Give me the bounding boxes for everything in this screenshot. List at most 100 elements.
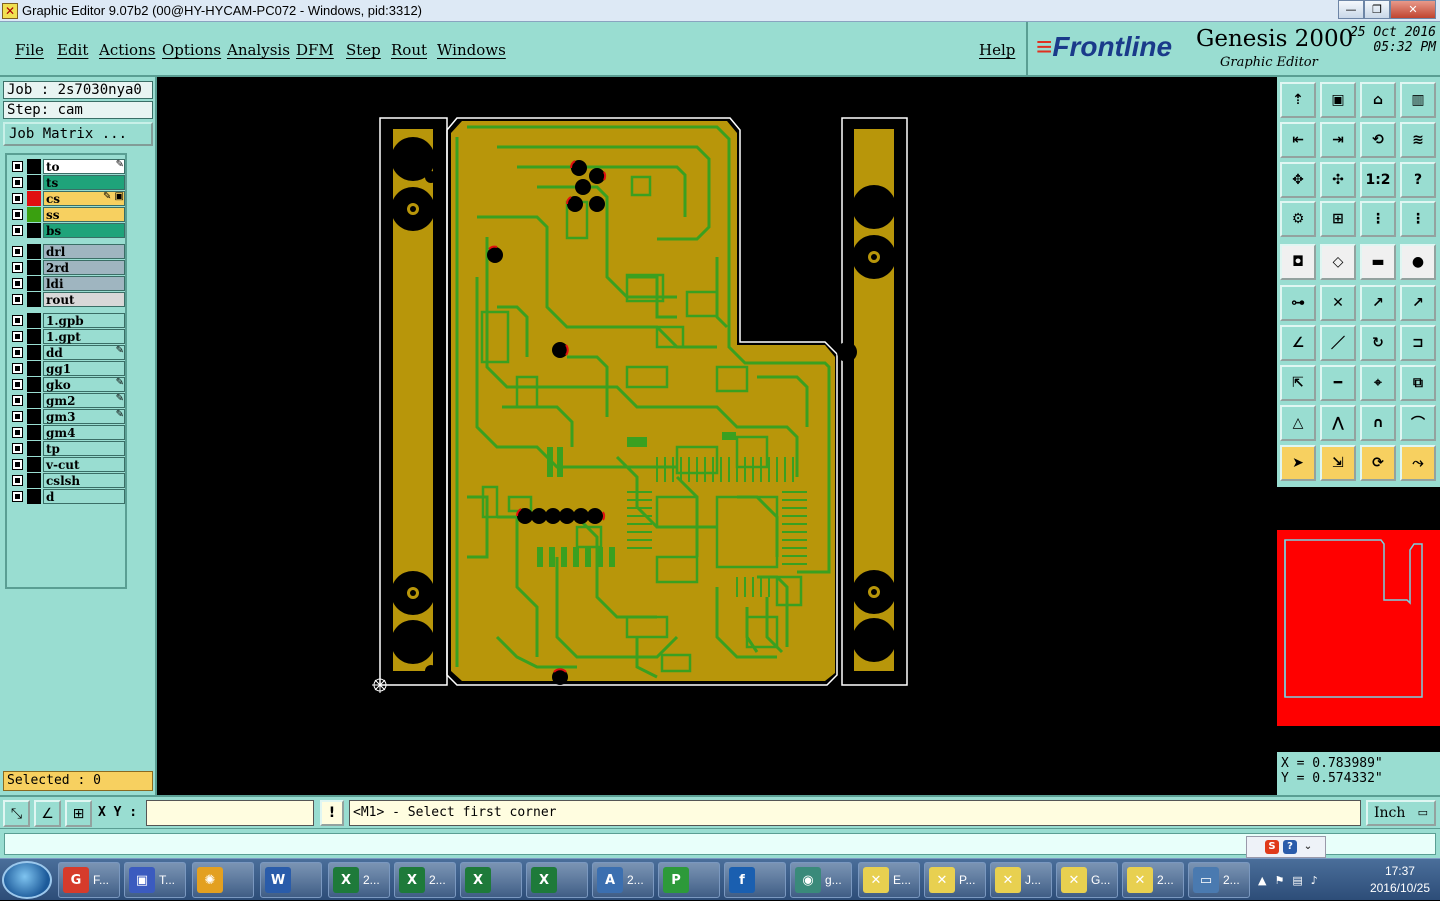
layer-row-rout[interactable]: rout <box>9 292 127 307</box>
layer-name[interactable]: gko <box>43 377 125 392</box>
tool-button-line[interactable]: ━ <box>1320 365 1356 401</box>
tool-button-select-round[interactable]: ⟳ <box>1360 445 1396 481</box>
layer-row-dd[interactable]: dd ✎ <box>9 345 127 360</box>
taskbar-item[interactable]: ▭ 2... <box>1188 862 1250 898</box>
taskbar-item[interactable]: ✺ <box>192 862 254 898</box>
taskbar-item[interactable]: A 2... <box>592 862 654 898</box>
layer-color-swatch[interactable] <box>27 489 41 504</box>
taskbar-item[interactable]: X 2... <box>394 862 456 898</box>
layer-color-swatch[interactable] <box>27 159 41 174</box>
tool-button-pan[interactable]: ⇤ <box>1280 122 1316 158</box>
layer-checkbox[interactable] <box>12 278 23 289</box>
layer-checkbox[interactable] <box>12 379 23 390</box>
layer-checkbox[interactable] <box>12 331 23 342</box>
layer-name[interactable]: v-cut <box>43 457 125 472</box>
layer-name[interactable]: gm3 <box>43 409 125 424</box>
tool-button-zoom-extents[interactable]: ✣ <box>1320 162 1356 198</box>
tool-button-help[interactable]: ? <box>1400 162 1436 198</box>
layer-row-to[interactable]: to ✎ <box>9 159 127 174</box>
tool-button-zoom-out[interactable]: ⌂ <box>1360 82 1396 118</box>
layer-checkbox[interactable] <box>12 193 23 204</box>
tool-button-scale-1-2[interactable]: 1:2 <box>1360 162 1396 198</box>
restore-button[interactable]: ❐ <box>1364 0 1390 19</box>
layer-name[interactable]: gg1 <box>43 361 125 376</box>
layer-row-d[interactable]: d <box>9 489 127 504</box>
menu-help[interactable]: Help <box>979 41 1015 59</box>
job-matrix-button[interactable]: Job Matrix ... <box>3 122 153 146</box>
menu-file[interactable]: File <box>15 41 44 59</box>
taskbar-item[interactable]: X <box>526 862 588 898</box>
tool-button-zoom-in[interactable]: ▣ <box>1320 82 1356 118</box>
layer-row-2rd[interactable]: 2rd <box>9 260 127 275</box>
layer-checkbox[interactable] <box>12 411 23 422</box>
layer-row-1.gpb[interactable]: 1.gpb <box>9 313 127 328</box>
layer-name[interactable]: gm4 <box>43 425 125 440</box>
sogou-icon[interactable]: S <box>1265 840 1279 854</box>
layer-row-bs[interactable]: bs <box>9 223 127 238</box>
tool-button-mirror[interactable]: ⟲ <box>1360 122 1396 158</box>
help-icon[interactable]: ? <box>1283 840 1297 854</box>
taskbar-item[interactable]: ◉ g... <box>790 862 852 898</box>
tool-button-arc[interactable]: ↻ <box>1360 325 1396 361</box>
menu-edit[interactable]: Edit <box>57 41 88 59</box>
tool-button-snap-off[interactable]: ⋮ <box>1400 201 1436 237</box>
layer-name[interactable]: cslsh <box>43 473 125 488</box>
taskbar-clock[interactable]: 17:37 2016/10/25 <box>1370 863 1430 897</box>
menu-actions[interactable]: Actions <box>99 41 155 59</box>
flag-icon[interactable]: ⚑ <box>1274 874 1284 887</box>
taskbar-item[interactable]: f <box>724 862 786 898</box>
tool-button-slope[interactable]: ／ <box>1320 325 1356 361</box>
layer-checkbox[interactable] <box>12 262 23 273</box>
layer-row-drl[interactable]: drl <box>9 244 127 259</box>
layer-checkbox[interactable] <box>12 443 23 454</box>
tool-button-triangle[interactable]: △ <box>1280 405 1316 441</box>
tool-button-flip[interactable]: ⊐ <box>1400 325 1436 361</box>
tool-button-diamond[interactable]: ◇ <box>1320 244 1356 280</box>
taskbar-item[interactable]: X <box>460 862 522 898</box>
taskbar-item[interactable]: ✕ 2... <box>1122 862 1184 898</box>
layer-color-swatch[interactable] <box>27 223 41 238</box>
tool-button-zoom-fit[interactable]: ⇥ <box>1320 122 1356 158</box>
taskbar-item[interactable]: P <box>658 862 720 898</box>
layer-color-swatch[interactable] <box>27 409 41 424</box>
tool-button-arch[interactable]: ∩ <box>1360 405 1396 441</box>
layer-row-gko[interactable]: gko ✎ <box>9 377 127 392</box>
layer-name[interactable]: ss <box>43 207 125 222</box>
info-button[interactable]: ! <box>320 800 344 826</box>
overview-preview[interactable] <box>1277 487 1440 752</box>
layer-checkbox[interactable] <box>12 209 23 220</box>
layer-color-swatch[interactable] <box>27 313 41 328</box>
tool-button-peak[interactable]: ⋀ <box>1320 405 1356 441</box>
menu-windows[interactable]: Windows <box>437 41 506 59</box>
layer-color-swatch[interactable] <box>27 425 41 440</box>
layer-checkbox[interactable] <box>12 347 23 358</box>
layer-name[interactable]: d <box>43 489 125 504</box>
layer-color-swatch[interactable] <box>27 260 41 275</box>
tool-button-net[interactable]: ⊶ <box>1280 285 1316 321</box>
taskbar-item[interactable]: X 2... <box>328 862 390 898</box>
layer-color-swatch[interactable] <box>27 345 41 360</box>
menu-step[interactable]: Step <box>346 41 381 59</box>
layer-color-swatch[interactable] <box>27 361 41 376</box>
layer-color-swatch[interactable] <box>27 393 41 408</box>
tool-button-zoom-area[interactable]: ▥ <box>1400 82 1436 118</box>
layer-color-swatch[interactable] <box>27 276 41 291</box>
xy-input[interactable] <box>146 800 314 826</box>
layer-row-ts[interactable]: ts <box>9 175 127 190</box>
network-icon[interactable]: ▤ <box>1292 874 1302 887</box>
layer-checkbox[interactable] <box>12 161 23 172</box>
pcb-view[interactable] <box>157 77 1277 795</box>
tool-button-pad[interactable]: ● <box>1400 244 1436 280</box>
layer-name[interactable]: bs <box>43 223 125 238</box>
chevron-down-icon[interactable]: ⌄ <box>1301 840 1315 854</box>
tool-button-move[interactable]: ⇱ <box>1280 365 1316 401</box>
tool-button-select-box[interactable]: ⇲ <box>1320 445 1356 481</box>
layer-name[interactable]: ts <box>43 175 125 190</box>
layer-color-swatch[interactable] <box>27 377 41 392</box>
tool-button-select-net[interactable]: ⤳ <box>1400 445 1436 481</box>
layer-row-ss[interactable]: ss <box>9 207 127 222</box>
tool-button-shape[interactable]: ◘ <box>1280 244 1316 280</box>
tool-button-line-snap[interactable]: ↗ <box>1360 285 1396 321</box>
layer-checkbox[interactable] <box>12 294 23 305</box>
tool-button-grid[interactable]: ⊞ <box>1320 201 1356 237</box>
